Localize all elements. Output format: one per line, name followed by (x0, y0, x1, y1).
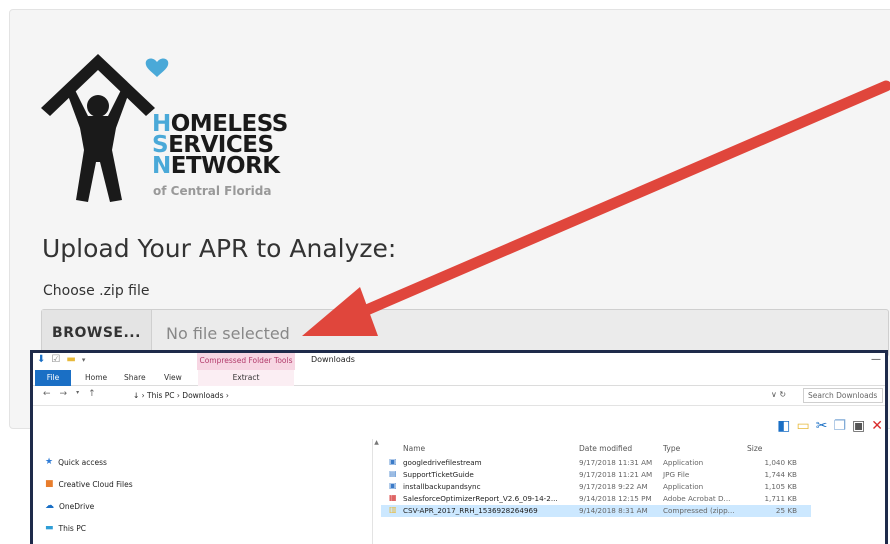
file-type: Compressed (zipp... (663, 506, 735, 515)
file-date: 9/17/2018 9:22 AM (579, 482, 648, 491)
file-size: 1,744 KB (764, 470, 797, 479)
nav-item-label: Creative Cloud Files (58, 479, 133, 489)
column-header-type[interactable]: Type (663, 444, 680, 453)
file-date: 9/14/2018 8:31 AM (579, 506, 648, 515)
file-type: Application (663, 458, 704, 467)
details-pane-icon[interactable]: ◧ (777, 419, 790, 433)
tab-home[interactable]: Home (85, 370, 107, 386)
column-header-name[interactable]: Name (403, 444, 425, 453)
tab-extract[interactable]: Extract (198, 370, 294, 386)
folder-icon[interactable]: ▬ (66, 355, 75, 365)
context-tab-compressed[interactable]: Compressed Folder Tools (197, 353, 295, 370)
window-title: Downloads (311, 355, 355, 364)
delete-icon[interactable]: ✕ (871, 419, 883, 433)
file-size: 1,711 KB (764, 494, 797, 503)
tab-file[interactable]: File (35, 370, 71, 386)
new-folder-icon[interactable]: ▭ (797, 419, 810, 433)
file-type: Application (663, 482, 704, 491)
file-type: Adobe Acrobat D... (663, 494, 731, 503)
file-size: 1,105 KB (764, 482, 797, 491)
copy-icon[interactable]: ❐ (833, 419, 846, 433)
navigation-pane: ★ Quick access ■ Creative Cloud Files ☁ … (33, 441, 373, 544)
file-name: installbackupandsync (403, 482, 481, 491)
file-date: 9/17/2018 11:31 AM (579, 458, 653, 467)
nav-item-label: Quick access (58, 457, 107, 467)
org-subtitle: of Central Florida (153, 184, 272, 198)
file-type: JPG File (663, 470, 690, 479)
file-list: Name Date modified Type Size ▣ googledri… (381, 441, 811, 517)
app-icon: ▣ (389, 481, 397, 490)
nav-buttons: ← → ▾ ↑ (43, 389, 96, 399)
nav-this-pc[interactable]: ▬ This PC (45, 523, 86, 533)
file-row[interactable]: ▣ installbackupandsync 9/17/2018 9:22 AM… (381, 481, 811, 493)
nav-item-label: OneDrive (59, 501, 95, 511)
explorer-titlebar: ⬇ ☑ ▬ ▾ Compressed Folder Tools Download… (33, 353, 885, 370)
nav-quick-access[interactable]: ★ Quick access (45, 457, 107, 467)
cloud-folder-icon: ■ (45, 479, 54, 489)
org-name: HOMELESS SERVICES NETWORK (152, 113, 288, 179)
file-name: SupportTicketGuide (403, 470, 474, 479)
quick-access-toolbar: ⬇ ☑ ▬ ▾ (37, 355, 85, 365)
file-row[interactable]: ▣ googledrivefilestream 9/17/2018 11:31 … (381, 457, 811, 469)
address-bar-row: ← → ▾ ↑ ↓ › This PC › Downloads › ∨ ↻ Se… (33, 386, 885, 406)
file-explorer-window: ⬇ ☑ ▬ ▾ Compressed Folder Tools Download… (30, 350, 888, 544)
cut-icon[interactable]: ✂ (816, 419, 828, 433)
nav-creative-cloud[interactable]: ■ Creative Cloud Files (45, 479, 133, 489)
file-row[interactable]: ▦ SalesforceOptimizerReport_V2.6_09-14-2… (381, 493, 811, 505)
tab-view[interactable]: View (164, 370, 182, 386)
nav-item-label: This PC (58, 523, 86, 533)
search-input[interactable]: Search Downloads (803, 388, 883, 403)
recent-dropdown-icon[interactable]: ▾ (76, 389, 79, 399)
toolbar-icons: ◧ ▭ ✂ ❐ ▣ ✕ (777, 419, 883, 433)
file-size: 25 KB (775, 506, 797, 515)
org-name-rest-3: ETWORK (170, 153, 280, 179)
file-name: googledrivefilestream (403, 458, 482, 467)
file-row[interactable]: ▤ SupportTicketGuide 9/17/2018 11:21 AM … (381, 469, 811, 481)
page-title: Upload Your APR to Analyze: (42, 234, 397, 263)
breadcrumb[interactable]: ↓ › This PC › Downloads › (133, 389, 779, 403)
file-input-label: Choose .zip file (43, 283, 150, 299)
file-date: 9/14/2018 12:15 PM (579, 494, 652, 503)
download-arrow-icon[interactable]: ⬇ (37, 355, 45, 365)
tab-share[interactable]: Share (124, 370, 146, 386)
file-date: 9/17/2018 11:21 AM (579, 470, 653, 479)
column-header-date[interactable]: Date modified (579, 444, 632, 453)
image-icon: ▤ (389, 469, 397, 478)
up-arrow-icon[interactable]: ↑ (88, 389, 96, 399)
pdf-icon: ▦ (389, 493, 397, 502)
ribbon-tabs: File Home Share View Extract (33, 370, 885, 386)
back-arrow-icon[interactable]: ← (43, 389, 51, 399)
file-row-selected[interactable]: ▥ CSV-APR_2017_RRH_1536928264969 9/14/20… (381, 505, 811, 517)
pc-icon: ▬ (45, 523, 54, 533)
file-size: 1,040 KB (764, 458, 797, 467)
pane-scroll-up-icon[interactable]: ▲ (372, 439, 380, 544)
org-name-cap-3: N (152, 153, 171, 179)
forward-arrow-icon[interactable]: → (60, 389, 68, 399)
column-header-size[interactable]: Size (747, 444, 762, 453)
file-name: CSV-APR_2017_RRH_1536928264969 (403, 506, 538, 515)
minimize-icon[interactable]: — (871, 354, 881, 365)
app-icon: ▣ (389, 457, 397, 466)
onedrive-icon: ☁ (45, 501, 54, 511)
refresh-icon[interactable]: ∨ ↻ (771, 390, 786, 399)
star-icon: ★ (45, 457, 54, 467)
nav-onedrive[interactable]: ☁ OneDrive (45, 501, 94, 511)
file-name: SalesforceOptimizerReport_V2.6_09-14-2..… (403, 494, 558, 503)
zip-icon: ▥ (389, 505, 397, 514)
dropdown-icon[interactable]: ▾ (82, 355, 86, 365)
checkbox-icon[interactable]: ☑ (51, 355, 60, 365)
file-list-header: Name Date modified Type Size (381, 441, 811, 457)
paste-icon[interactable]: ▣ (852, 419, 865, 433)
